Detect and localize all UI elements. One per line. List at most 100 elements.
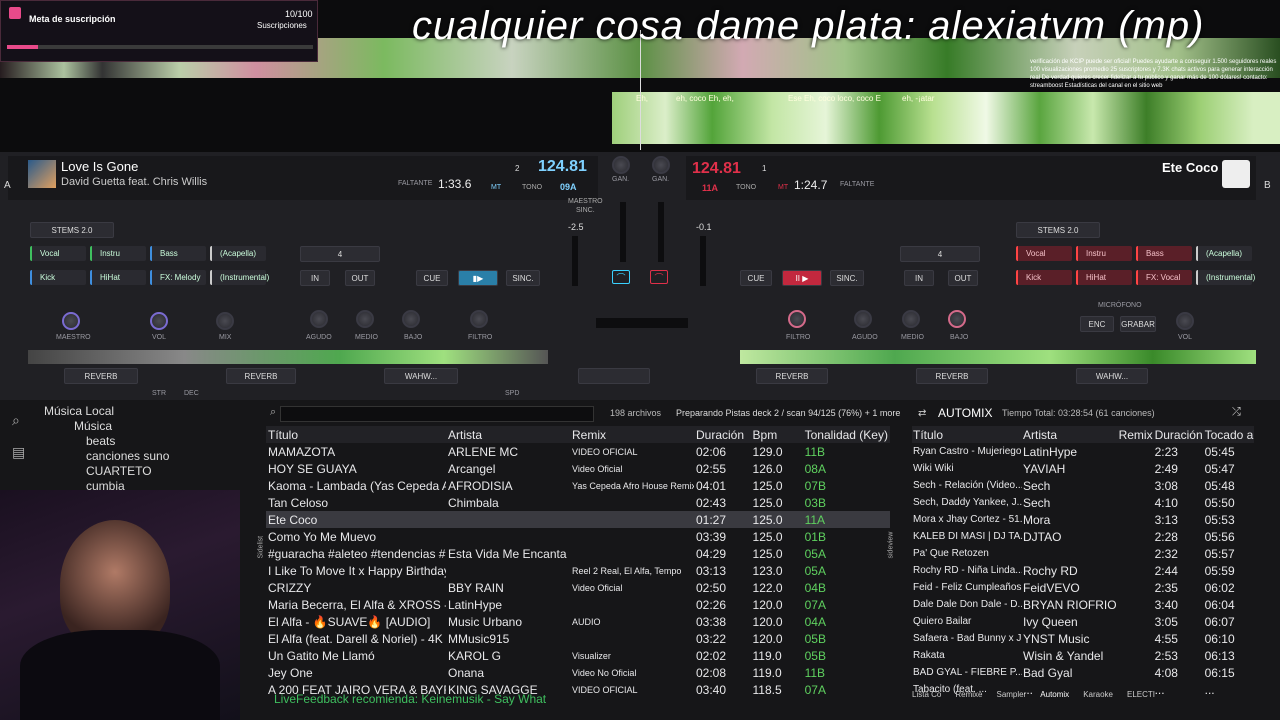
deck-left-loop-out[interactable]: OUT — [345, 270, 375, 286]
fx-left-2[interactable]: REVERB — [226, 368, 296, 384]
eq-left-high-knob[interactable] — [310, 310, 328, 328]
automix-row[interactable]: Rochy RD - Niña Linda... Rochy RD 2:44 05:5… — [912, 562, 1254, 579]
right-pad-bass[interactable]: Bass — [1136, 246, 1192, 261]
right-pad-instru[interactable]: Instru — [1076, 246, 1132, 261]
maestro-knob[interactable] — [62, 312, 80, 330]
left-pad-kick[interactable]: Kick — [30, 270, 86, 285]
track-row[interactable]: Maria Becerra, El Alfa & XROSS - HACE CA… — [266, 596, 890, 613]
right-pad-hihat[interactable]: HiHat — [1076, 270, 1132, 285]
tree-musica[interactable]: Música — [44, 419, 169, 434]
automix-row[interactable]: Dale Dale Don Dale - D... BRYAN RIOFRIO 3:… — [912, 596, 1254, 613]
left-pad-bass[interactable]: Bass — [150, 246, 206, 261]
automix-row[interactable]: Ryan Castro - Mujeriego LatinHype 2:23 05:4… — [912, 443, 1254, 460]
left-pad-instrumental[interactable]: (Instrumental) — [210, 270, 269, 285]
automix-row[interactable]: Mora x Jhay Cortez - 51... Mora 3:13 05:53 — [912, 511, 1254, 528]
vol-knob[interactable] — [150, 312, 168, 330]
left-pad-vocal[interactable]: Vocal — [30, 246, 86, 261]
am-col-remix[interactable]: Remix — [1118, 426, 1154, 443]
headphone-left-icon[interactable]: ⌒ — [612, 270, 630, 284]
channel-fader-right[interactable] — [658, 202, 664, 262]
tree-cuarteto[interactable]: CUARTETO — [44, 464, 169, 479]
automix-row[interactable]: Feid - Feliz Cumpleaños... FeidVEVO 2:35 06… — [912, 579, 1254, 596]
deck-right-pitch-slider[interactable] — [700, 236, 706, 286]
fx-center-empty[interactable] — [578, 368, 650, 384]
deck-left-loop-size[interactable]: 4 — [300, 246, 380, 262]
track-row[interactable]: I Like To Move It x Happy Birthday (GRBA… — [266, 562, 890, 579]
tab-lista[interactable]: Lista Co — [912, 690, 941, 699]
track-row[interactable]: El Alfa (feat. Darell & Noriel) - 4K MMus… — [266, 630, 890, 647]
am-col-title[interactable]: Título — [912, 426, 1022, 443]
left-pad-hihat[interactable]: HiHat — [90, 270, 146, 285]
deck-left-maestro[interactable]: MAESTRO — [568, 198, 603, 205]
deck-right-play[interactable]: II ▶ — [782, 270, 822, 286]
left-pad-instru[interactable]: Instru — [90, 246, 146, 261]
filter-left-knob[interactable] — [470, 310, 488, 328]
track-row[interactable]: CRIZZY BBY RAIN Video Oficial 02:50 122.0 04B — [266, 579, 890, 596]
record-button[interactable]: GRABAR — [1120, 316, 1156, 332]
track-row[interactable]: #guaracha #aleteo #tendencias #hit #arge… — [266, 545, 890, 562]
right-pad-vocal[interactable]: Vocal — [1016, 246, 1072, 261]
am-col-played[interactable]: Tocado a — [1204, 426, 1255, 443]
tab-electi[interactable]: ELECTI — [1127, 690, 1155, 699]
deck-left-stems-select[interactable]: STEMS 2.0 — [30, 222, 114, 238]
deck-right-bpm[interactable]: 124.81 — [692, 160, 741, 178]
gain-right-knob[interactable] — [652, 156, 670, 174]
col-duration[interactable]: Duración — [694, 426, 751, 443]
deck-left-pitch-slider[interactable] — [572, 236, 578, 286]
right-pad-instrumental[interactable]: (Instrumental) — [1196, 270, 1255, 285]
col-title[interactable]: Título — [266, 426, 446, 443]
right-pad-fx[interactable]: FX: Vocal — [1136, 270, 1192, 285]
tab-sampler[interactable]: Sampler — [996, 690, 1026, 699]
deck-left-sinc-small[interactable]: SINC. — [576, 207, 595, 214]
mic-vol-knob[interactable] — [1176, 312, 1194, 330]
deck-left-bpm[interactable]: 124.81 — [538, 158, 587, 176]
track-row[interactable]: HOY SE GUAYA Arcangel Video Oficial 02:55 12… — [266, 460, 890, 477]
mic-enc-button[interactable]: ENC — [1080, 316, 1114, 332]
folder-icon[interactable]: ▤ — [12, 444, 25, 461]
tab-automix[interactable]: Automix — [1040, 690, 1069, 699]
deck-right-loop-in[interactable]: IN — [904, 270, 934, 286]
track-row[interactable]: Tan Celoso Chimbala 02:43 125.0 03B — [266, 494, 890, 511]
mix-knob[interactable] — [216, 312, 234, 330]
deck-right-loop-out[interactable]: OUT — [948, 270, 978, 286]
fx-left-1[interactable]: REVERB — [64, 368, 138, 384]
right-pad-kick[interactable]: Kick — [1016, 270, 1072, 285]
am-col-artist[interactable]: Artista — [1022, 426, 1118, 443]
gain-left-knob[interactable] — [612, 156, 630, 174]
deck-left-key[interactable]: 09A — [560, 182, 577, 192]
deck-left-loop-in[interactable]: IN — [300, 270, 330, 286]
track-row[interactable]: Ete Coco 01:27 125.0 11A — [266, 511, 890, 528]
left-pad-fx[interactable]: FX: Melody — [150, 270, 206, 285]
track-row[interactable]: Un Gatito Me Llamó KAROL G Visualizer 02:02… — [266, 647, 890, 664]
eq-right-low-knob[interactable] — [948, 310, 966, 328]
automix-row[interactable]: Wiki Wiki YAVIAH 2:49 05:47 — [912, 460, 1254, 477]
channel-fader-left[interactable] — [620, 202, 626, 262]
track-row[interactable]: MAMAZOTA ARLENE MC VIDEO OFICIAL 02:06 129.0… — [266, 443, 890, 460]
automix-row[interactable]: Sech, Daddy Yankee, J... Sech 4:10 05:50 — [912, 494, 1254, 511]
tree-canciones-suno[interactable]: canciones suno — [44, 449, 169, 464]
shuffle-icon[interactable]: ⤮ — [1232, 406, 1241, 419]
tab-remixes[interactable]: Remixe — [955, 690, 982, 699]
deck-right-loop-size[interactable]: 4 — [900, 246, 980, 262]
eq-right-mid-knob[interactable] — [902, 310, 920, 328]
deck-right-stems-select[interactable]: STEMS 2.0 — [1016, 222, 1100, 238]
sideview-label[interactable]: sideview — [888, 532, 895, 559]
fx-left-3[interactable]: WAHW... — [384, 368, 458, 384]
col-remix[interactable]: Remix — [570, 426, 694, 443]
deck-left-play[interactable]: ▮▶ — [458, 270, 498, 286]
livefeedback[interactable]: LiveFeedback recomienda: Keinemusik - Sa… — [274, 692, 546, 706]
track-row[interactable]: Como Yo Me Muevo 03:39 125.0 01B — [266, 528, 890, 545]
automix-row[interactable]: Rakata Wisin & Yandel 2:53 06:13 — [912, 647, 1254, 664]
eq-left-low-knob[interactable] — [402, 310, 420, 328]
deck-right-overview[interactable] — [740, 350, 1256, 364]
filter-right-knob[interactable] — [788, 310, 806, 328]
tree-musica-local[interactable]: Música Local — [44, 404, 169, 419]
sidelist-label[interactable]: Sidelist — [258, 536, 265, 559]
am-col-duration[interactable]: Duración — [1154, 426, 1204, 443]
automix-row[interactable]: Safaera - Bad Bunny x J... YNST Music 4:55… — [912, 630, 1254, 647]
track-row[interactable]: Kaoma - Lambada (Yas Cepeda Afro House R… — [266, 477, 890, 494]
fx-right-1[interactable]: REVERB — [756, 368, 828, 384]
eq-left-mid-knob[interactable] — [356, 310, 374, 328]
automix-row[interactable]: BAD GYAL - FIEBRE P... Bad Gyal 4:08 06:15 — [912, 664, 1254, 681]
deck-left-overview[interactable] — [28, 350, 548, 364]
